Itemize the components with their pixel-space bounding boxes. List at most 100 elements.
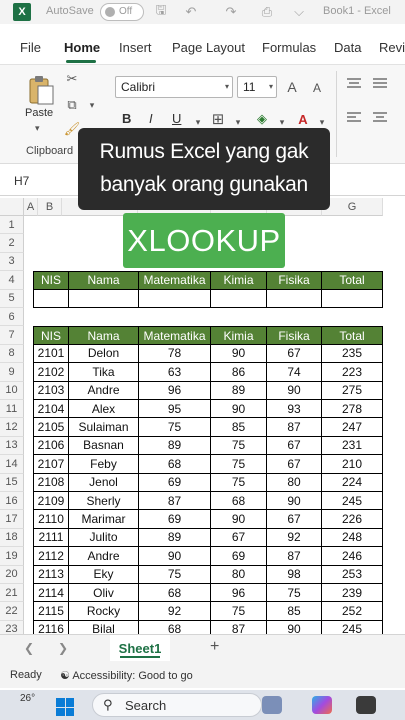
row-header-5[interactable]: 5 [0, 289, 24, 308]
taskbar-app-icon[interactable] [356, 696, 376, 714]
taskbar-search[interactable]: ⚲ Search [92, 693, 262, 717]
table-cell[interactable]: Feby [69, 455, 139, 474]
weather-temperature[interactable]: 26° [20, 693, 35, 704]
table-cell[interactable]: 2105 [33, 418, 69, 437]
table-cell[interactable]: 75 [211, 602, 267, 621]
row-header-12[interactable]: 12 [0, 418, 24, 437]
sheet-prev-icon[interactable]: ❮ [24, 641, 34, 655]
tab-file[interactable]: File [20, 40, 41, 55]
row-header-23[interactable]: 23 [0, 620, 24, 634]
table-cell[interactable]: 90 [211, 344, 267, 364]
table-cell[interactable]: 90 [267, 381, 322, 400]
row-header-17[interactable]: 17 [0, 510, 24, 529]
table-cell[interactable]: Sulaiman [69, 418, 139, 437]
table-cell[interactable]: 2113 [33, 565, 69, 584]
table-cell[interactable]: 67 [267, 510, 322, 529]
name-box[interactable]: H7 [14, 174, 29, 188]
table-cell[interactable]: 75 [267, 584, 322, 603]
tab-home[interactable]: Home [64, 40, 100, 55]
autosave-toggle[interactable]: Off [100, 3, 144, 21]
tab-page-layout[interactable]: Page Layout [172, 40, 245, 55]
lookup-input-cell[interactable] [322, 289, 383, 308]
redo-icon[interactable]: ↷ [222, 3, 240, 21]
table-cell[interactable]: 69 [139, 510, 211, 529]
table-cell[interactable]: 68 [211, 492, 267, 511]
table-cell[interactable]: 96 [139, 381, 211, 400]
table-cell[interactable]: Sherly [69, 492, 139, 511]
row-header-13[interactable]: 13 [0, 436, 24, 456]
table-cell[interactable]: 2114 [33, 584, 69, 603]
row-header-18[interactable]: 18 [0, 528, 24, 548]
table-cell[interactable]: Jenol [69, 473, 139, 492]
paste-dropdown-icon[interactable]: ▾ [35, 123, 40, 134]
table-cell[interactable]: 2108 [33, 473, 69, 492]
table-cell[interactable]: 90 [211, 400, 267, 419]
table-cell[interactable]: 96 [211, 584, 267, 603]
table-cell[interactable]: 85 [267, 602, 322, 621]
bold-button[interactable]: B [122, 111, 131, 126]
select-all-corner[interactable] [0, 198, 24, 216]
table-cell[interactable]: 68 [139, 584, 211, 603]
tab-review[interactable]: Revi [379, 40, 405, 55]
table-cell[interactable]: Oliv [69, 584, 139, 603]
save-icon[interactable]: 🖫 [152, 2, 170, 21]
table-cell[interactable]: 275 [322, 381, 383, 400]
table-cell[interactable]: 2112 [33, 547, 69, 566]
table-cell[interactable]: 2103 [33, 381, 69, 400]
copy-dropdown-icon[interactable]: ▾ [84, 97, 100, 113]
table-cell[interactable]: 75 [211, 436, 267, 456]
font-color-icon[interactable]: A [295, 111, 311, 127]
table-header-cell[interactable]: Matematika [139, 326, 211, 345]
table-cell[interactable]: Andre [69, 381, 139, 400]
table-cell[interactable]: Bilal [69, 620, 139, 634]
table-cell[interactable]: Tika [69, 363, 139, 382]
sheet-tab-sheet1[interactable]: Sheet1 [110, 635, 170, 661]
copilot-icon[interactable] [312, 696, 332, 714]
table-cell[interactable]: 67 [267, 344, 322, 364]
table-cell[interactable]: 2111 [33, 528, 69, 548]
table-cell[interactable]: 98 [267, 565, 322, 584]
table-cell[interactable]: 2116 [33, 620, 69, 634]
print-icon[interactable]: ⎙ [258, 3, 276, 21]
row-header-4[interactable]: 4 [0, 271, 24, 290]
row-header-1[interactable]: 1 [0, 216, 24, 235]
table-cell[interactable]: 90 [267, 492, 322, 511]
row-header-19[interactable]: 19 [0, 547, 24, 566]
add-sheet-button[interactable]: + [210, 638, 219, 656]
row-header-2[interactable]: 2 [0, 234, 24, 253]
table-cell[interactable]: 69 [139, 473, 211, 492]
fill-color-icon[interactable]: ◈ [254, 111, 270, 127]
table-cell[interactable]: 68 [139, 620, 211, 634]
table-cell[interactable]: 85 [211, 418, 267, 437]
table-cell[interactable]: 75 [139, 418, 211, 437]
row-header-21[interactable]: 21 [0, 584, 24, 603]
column-header-b[interactable]: B [38, 198, 62, 216]
table-cell[interactable]: 86 [211, 363, 267, 382]
table-cell[interactable]: 67 [267, 436, 322, 456]
column-header-a[interactable]: A [24, 198, 38, 216]
row-header-11[interactable]: 11 [0, 400, 24, 419]
paste-icon[interactable] [27, 75, 55, 105]
lookup-header-cell[interactable]: Fisika [267, 271, 322, 290]
table-cell[interactable]: 75 [139, 565, 211, 584]
lookup-header-cell[interactable]: NIS [33, 271, 69, 290]
table-cell[interactable]: 246 [322, 547, 383, 566]
table-cell[interactable]: 87 [267, 418, 322, 437]
widgets-icon[interactable] [262, 696, 282, 714]
table-cell[interactable]: 87 [211, 620, 267, 634]
borders-icon[interactable]: ⊞ [210, 111, 226, 128]
table-cell[interactable]: 89 [211, 381, 267, 400]
row-header-9[interactable]: 9 [0, 363, 24, 382]
font-name-select[interactable]: Calibri ▾ [115, 76, 233, 98]
table-cell[interactable]: 2109 [33, 492, 69, 511]
tab-formulas[interactable]: Formulas [262, 40, 316, 55]
lookup-header-cell[interactable]: Nama [69, 271, 139, 290]
table-cell[interactable]: Andre [69, 547, 139, 566]
undo-icon[interactable]: ↶ [182, 3, 200, 21]
paste-button-label[interactable]: Paste [25, 107, 53, 119]
align-center-icon[interactable] [372, 111, 388, 123]
italic-button[interactable]: I [149, 111, 153, 126]
row-header-20[interactable]: 20 [0, 565, 24, 584]
table-cell[interactable]: Alex [69, 400, 139, 419]
lookup-header-cell[interactable]: Total [322, 271, 383, 290]
